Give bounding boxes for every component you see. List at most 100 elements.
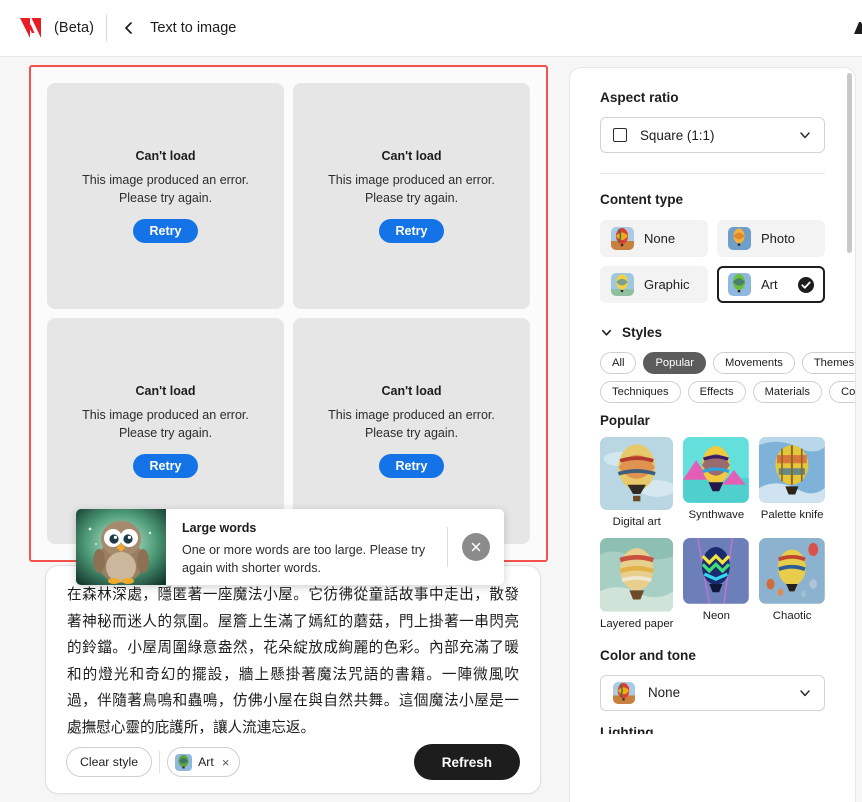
top-bar: (Beta) Text to image: [0, 0, 862, 57]
content-area: Can't load This image produced an error.…: [0, 57, 862, 802]
style-filter-row-2: Techniques Effects Materials Concepts: [600, 381, 855, 403]
style-tab-effects[interactable]: Effects: [687, 381, 746, 403]
retry-button[interactable]: Retry: [378, 454, 445, 479]
art-balloon-thumb-icon: [175, 753, 193, 771]
error-line-2: Please try again.: [118, 191, 213, 205]
content-type-graphic[interactable]: Graphic: [600, 266, 708, 303]
clear-style-button[interactable]: Clear style: [66, 747, 153, 777]
error-title: Can't load: [381, 148, 442, 163]
digital-art-thumb-icon: [600, 437, 674, 511]
user-avatar-icon[interactable]: [852, 20, 862, 38]
retry-button[interactable]: Retry: [132, 219, 199, 244]
styles-heading: Styles: [622, 325, 663, 340]
style-preset-digital-art[interactable]: Digital art: [600, 437, 674, 529]
toast-message: One or more words are too large. Please …: [182, 543, 426, 575]
retry-button[interactable]: Retry: [378, 219, 445, 244]
toast-close-area: [448, 509, 504, 585]
style-chip-art[interactable]: Art ×: [167, 747, 241, 777]
page-title: Text to image: [150, 20, 237, 36]
style-chip-label: Art: [198, 755, 214, 769]
content-type-heading: Content type: [600, 192, 684, 207]
close-x-icon[interactable]: ×: [222, 755, 230, 770]
balloon-graphic-thumb-icon: [611, 273, 634, 296]
styles-section-header[interactable]: Styles: [600, 325, 825, 340]
content-type-art[interactable]: Art: [717, 266, 825, 303]
layered-paper-thumb-icon: [600, 538, 674, 612]
adobe-logo-icon: [17, 15, 45, 41]
chevron-down-icon: [798, 128, 812, 142]
style-preset-label: Digital art: [612, 516, 661, 529]
style-tab-techniques[interactable]: Techniques: [600, 381, 681, 403]
color-and-tone-heading: Color and tone: [600, 647, 696, 663]
color-and-tone-select[interactable]: None: [600, 674, 825, 711]
popular-group-label: Popular: [600, 413, 650, 428]
chevron-down-icon: [798, 686, 812, 700]
scrollbar-thumb[interactable]: [847, 73, 852, 253]
top-bar-divider: [106, 15, 108, 41]
aspect-ratio-heading: Aspect ratio: [600, 90, 679, 105]
error-title: Can't load: [135, 383, 196, 398]
style-preset-chaotic[interactable]: Chaotic: [759, 538, 825, 629]
style-preset-label: Neon: [702, 610, 730, 623]
sidebar-scrollbar[interactable]: [847, 69, 854, 802]
sidebar-inner: Aspect ratio Square (1:1) Content type N…: [570, 68, 855, 734]
error-title: Can't load: [381, 383, 442, 398]
style-tab-popular[interactable]: Popular: [643, 352, 706, 374]
style-tab-all[interactable]: All: [600, 352, 637, 374]
lighting-heading: Lighting: [600, 724, 654, 734]
synthwave-thumb-icon: [683, 437, 750, 503]
toast-body: Large words One or more words are too la…: [166, 509, 447, 585]
neon-thumb-icon: [683, 538, 750, 605]
aspect-ratio-select[interactable]: Square (1:1): [600, 117, 825, 153]
style-preset-grid: Digital art Synthwave Palette knife Laye…: [600, 437, 825, 630]
content-type-label: None: [644, 231, 676, 246]
toast-title: Large words: [182, 521, 257, 535]
error-line-2: Please try again.: [118, 426, 213, 440]
style-tab-movements[interactable]: Movements: [713, 352, 795, 374]
style-preset-synthwave[interactable]: Synthwave: [683, 437, 750, 528]
palette-knife-thumb-icon: [759, 437, 825, 503]
back-button[interactable]: [120, 19, 138, 37]
chaotic-thumb-icon: [759, 538, 825, 605]
content-type-label: Art: [761, 277, 778, 292]
app-root: (Beta) Text to image Can't load This ima…: [0, 0, 862, 802]
toast-notification: Large words One or more words are too la…: [76, 509, 504, 585]
error-line-2: Please try again.: [364, 191, 459, 205]
error-line-2: Please try again.: [364, 426, 459, 440]
retry-button[interactable]: Retry: [132, 454, 199, 479]
prompt-card: 在森林深處，隱匿著一座魔法小屋。它彷彿從童話故事中走出，散發著神秘而迷人的氛圍。…: [45, 565, 541, 794]
actions-divider: [159, 751, 161, 773]
sidebar-divider-1: [600, 173, 825, 174]
error-title: Can't load: [135, 148, 196, 163]
style-tab-materials[interactable]: Materials: [752, 381, 822, 403]
content-type-none[interactable]: None: [600, 220, 708, 257]
style-preset-palette-knife[interactable]: Palette knife: [759, 437, 825, 528]
error-line-1: This image produced an error.: [328, 172, 495, 187]
square-icon: [613, 128, 627, 142]
style-preset-label: Synthwave: [688, 508, 745, 521]
aspect-ratio-value: Square (1:1): [640, 127, 715, 143]
style-preset-layered-paper[interactable]: Layered paper: [600, 538, 674, 630]
color-and-tone-value: None: [648, 685, 681, 701]
style-filter-row-1: All Popular Movements Themes: [600, 352, 855, 374]
style-preset-label: Chaotic: [772, 610, 812, 623]
color-and-tone-section: Color and tone None: [600, 648, 825, 711]
refresh-button[interactable]: Refresh: [413, 744, 520, 780]
error-line-1: This image produced an error.: [82, 407, 249, 422]
content-type-label: Photo: [761, 231, 795, 246]
prompt-input[interactable]: 在森林深處，隱匿著一座魔法小屋。它彷彿從童話故事中走出，散發著神秘而迷人的氛圍。…: [67, 582, 519, 741]
content-type-photo[interactable]: Photo: [717, 220, 825, 257]
content-type-label: Graphic: [644, 277, 690, 292]
close-icon[interactable]: [462, 533, 490, 561]
balloon-desert-thumb-icon: [611, 227, 634, 250]
error-line-1: This image produced an error.: [82, 172, 249, 187]
owl-thumbnail-image: [76, 509, 166, 585]
settings-sidebar: Aspect ratio Square (1:1) Content type N…: [569, 67, 856, 802]
balloon-desert-thumb-icon: [613, 681, 635, 704]
style-preset-neon[interactable]: Neon: [683, 538, 750, 629]
prompt-actions: Clear style Art × Refresh: [66, 744, 520, 780]
check-circle-icon: [798, 276, 814, 293]
error-line-1: This image produced an error.: [328, 407, 495, 422]
chevron-down-icon: [600, 326, 613, 339]
style-preset-label: Palette knife: [760, 508, 824, 521]
